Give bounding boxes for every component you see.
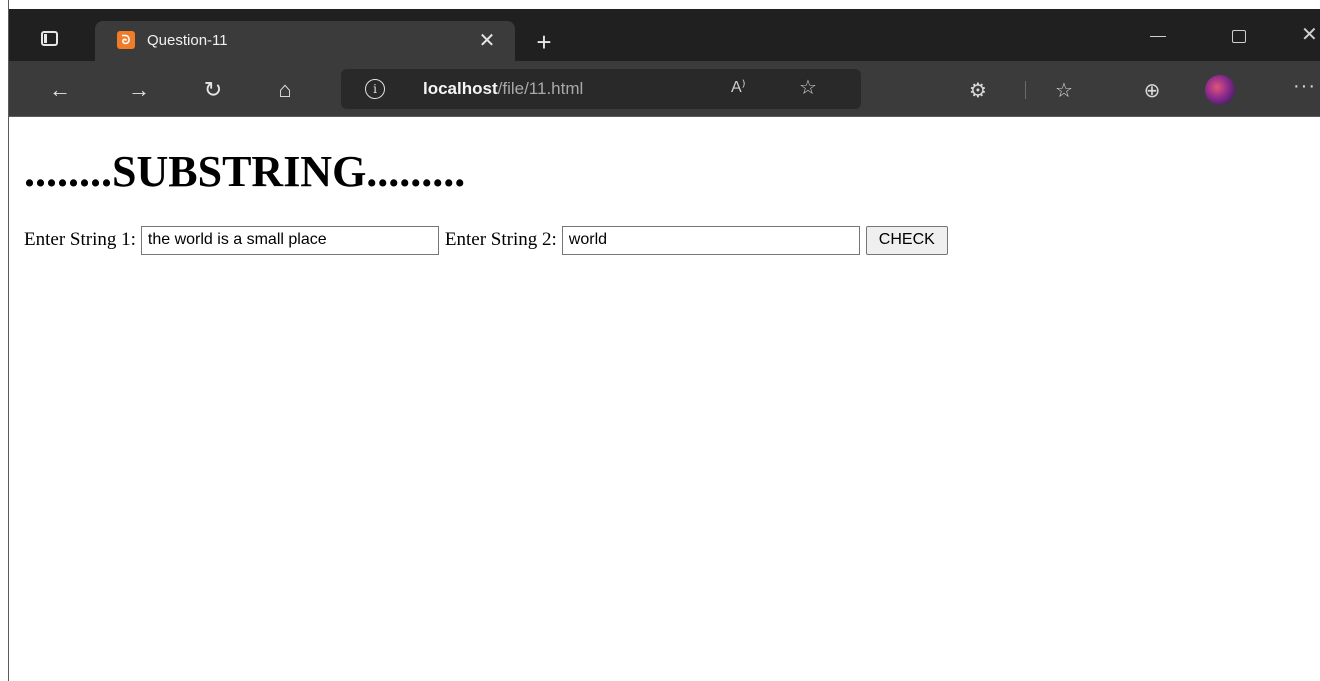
address-bar[interactable]: i localhost/file/11.html A⁾ ☆ [341,69,861,109]
url-text[interactable]: localhost/file/11.html [423,79,583,99]
title-bar: ᘒ Question-11 ✕ + ✕ [9,9,1320,61]
maximize-icon[interactable] [1224,24,1254,48]
substring-form: Enter String 1: Enter String 2: CHECK [24,225,948,255]
forward-icon[interactable]: → [123,75,155,105]
refresh-icon[interactable]: ↻ [197,75,229,105]
browser-toolbar: ← → ↻ ⌂ i localhost/file/11.html A⁾ ☆ ⚙ … [9,61,1320,117]
back-icon[interactable]: ← [44,75,76,105]
collections-icon[interactable]: ⊕ [1137,75,1167,105]
url-path: /file/11.html [497,79,584,98]
tab-title: Question-11 [147,32,228,49]
toolbar-separator [1025,81,1026,99]
minimize-icon[interactable] [1143,24,1173,48]
add-favorite-icon[interactable]: ☆ [799,75,817,100]
tab-actions-icon[interactable] [31,23,67,53]
window-left-edge [0,0,9,681]
close-icon[interactable]: ✕ [475,28,499,52]
favorites-icon[interactable]: ☆ [1049,75,1079,105]
info-icon[interactable]: i [365,79,385,99]
string1-label: Enter String 1: [24,229,136,250]
window-close-icon[interactable]: ✕ [1301,22,1320,48]
avatar[interactable] [1205,75,1235,105]
string2-label: Enter String 2: [444,229,557,250]
page-heading: ........SUBSTRING......... [24,147,466,196]
read-aloud-icon[interactable]: A⁾ [731,77,746,97]
extensions-icon[interactable]: ⚙ [963,75,993,105]
string1-input[interactable] [140,225,439,255]
plus-icon[interactable]: + [529,27,559,57]
more-icon[interactable]: ··· [1293,75,1316,98]
check-button[interactable]: CHECK [865,225,948,255]
tab-favicon-icon: ᘒ [117,31,135,49]
page-content: ........SUBSTRING......... Enter String … [10,118,1320,681]
url-host: localhost [423,79,498,98]
home-icon[interactable]: ⌂ [269,75,301,105]
tab-question-11[interactable]: ᘒ Question-11 ✕ [95,21,515,61]
string2-input[interactable] [561,225,860,255]
